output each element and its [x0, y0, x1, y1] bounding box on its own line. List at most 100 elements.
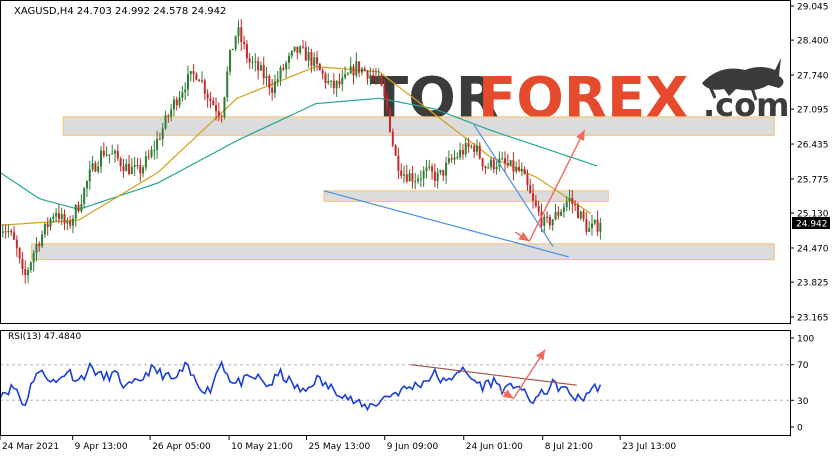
sr-zone-1	[62, 116, 775, 136]
candle-body	[304, 47, 307, 61]
candle-body	[372, 74, 375, 77]
candle-body	[257, 61, 260, 71]
candle-body	[215, 105, 218, 112]
candle-body	[408, 173, 411, 182]
candle-body	[276, 79, 279, 82]
candle-body	[442, 170, 445, 176]
candle-body	[105, 154, 108, 156]
candle-body	[139, 165, 142, 174]
candle-body	[551, 219, 554, 226]
candle-body	[487, 167, 490, 169]
candle-body	[574, 204, 577, 206]
candle-body	[88, 169, 91, 182]
candle-body	[374, 76, 377, 78]
candle-body	[299, 46, 302, 53]
candle-body	[142, 167, 145, 174]
candle-body	[349, 66, 352, 74]
candle-body	[49, 218, 52, 227]
candle-body	[363, 68, 366, 71]
candle-body	[335, 81, 338, 89]
candle-body	[102, 150, 105, 156]
candle-body	[344, 74, 347, 78]
candle-body	[35, 243, 38, 253]
candle-body	[116, 150, 119, 159]
candle-body	[282, 67, 285, 70]
candle-body	[158, 138, 161, 140]
candle-body	[588, 228, 591, 232]
candle-body	[467, 143, 470, 147]
candle-body	[548, 216, 551, 226]
candle-body	[259, 65, 262, 71]
candle-body	[341, 77, 344, 85]
candle-body	[380, 75, 383, 86]
rsi-tick-label: 70	[797, 361, 809, 371]
candle-body	[433, 171, 436, 182]
candle-body	[136, 165, 139, 167]
candle-body	[523, 168, 526, 175]
candle-body	[481, 158, 484, 167]
candle-body	[313, 57, 316, 66]
price-tick-label: 25.775	[797, 175, 829, 185]
candle-body	[450, 158, 453, 160]
candle-body	[248, 58, 251, 63]
candle-body	[186, 74, 189, 90]
candle-body	[436, 172, 439, 182]
candle-body	[506, 163, 509, 166]
chart-root: TOR FOREX .com XAGUSD,H4 24.703 24.992 2…	[0, 0, 834, 456]
candle-body	[492, 159, 495, 170]
candle-body	[338, 81, 341, 85]
candle-body	[10, 230, 13, 233]
candle-body	[512, 160, 515, 172]
candle-body	[220, 116, 223, 118]
candle-body	[108, 154, 111, 156]
candle-body	[400, 170, 403, 176]
candle-body	[456, 157, 459, 159]
sr-zone-3	[31, 243, 775, 261]
candle-body	[243, 41, 246, 45]
rsi-tick-label: 0	[797, 424, 803, 434]
candle-body	[543, 216, 546, 226]
candle-body	[417, 178, 420, 182]
candle-body	[203, 80, 206, 94]
candle-body	[268, 76, 271, 88]
candle-body	[46, 223, 49, 227]
candle-body	[307, 52, 310, 61]
candle-body	[97, 166, 100, 172]
candle-body	[330, 80, 333, 82]
candle-body	[32, 252, 35, 263]
candle-body	[473, 146, 476, 152]
candle-body	[63, 214, 66, 224]
candle-body	[579, 211, 582, 219]
candle-body	[212, 100, 215, 106]
candle-body	[29, 262, 32, 271]
candle-body	[332, 80, 335, 89]
candle-body	[324, 73, 327, 83]
candle-body	[360, 68, 363, 73]
price-tick-label: 27.095	[797, 106, 829, 116]
candle-body	[557, 211, 560, 216]
candle-body	[310, 52, 313, 66]
candle-body	[562, 207, 565, 212]
candle-body	[388, 108, 391, 132]
candle-body	[4, 231, 7, 233]
candle-body	[128, 163, 131, 175]
candle-body	[358, 61, 361, 73]
candle-body	[287, 55, 290, 63]
candle-body	[546, 216, 549, 218]
candle-body	[69, 220, 72, 226]
candle-body	[316, 57, 319, 64]
candle-body	[164, 115, 167, 129]
candle-body	[178, 97, 181, 106]
candle-body	[189, 71, 192, 75]
candle-body	[515, 166, 518, 172]
candle-body	[251, 62, 254, 64]
time-tick-label: 9 Jun 09:00	[387, 442, 439, 452]
candle-body	[383, 85, 386, 97]
candle-body	[66, 220, 69, 224]
time-tick-label: 8 Jul 21:00	[545, 442, 594, 452]
candle-body	[231, 48, 234, 51]
candle-body	[71, 218, 74, 226]
price-tick-label: 27.740	[797, 72, 829, 82]
candle-body	[593, 219, 596, 224]
candle-body	[223, 97, 226, 117]
